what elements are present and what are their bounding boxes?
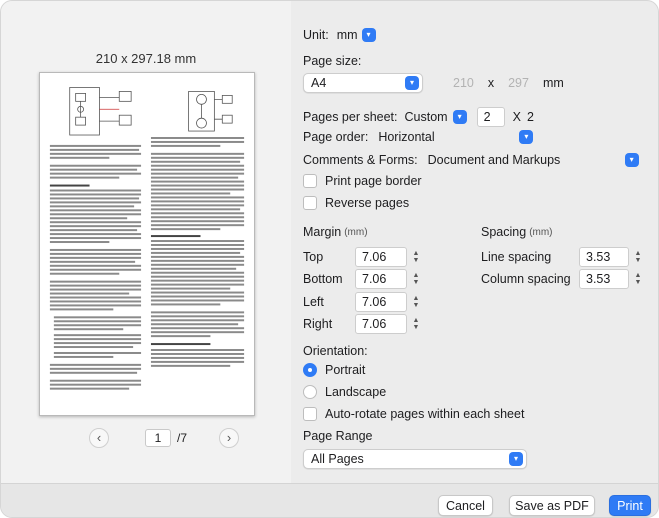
stepper-icon[interactable]: ▲ ▼ bbox=[411, 248, 421, 266]
auto-rotate-label: Auto-rotate pages within each sheet bbox=[325, 407, 525, 421]
page-order-select[interactable]: Horizontal ▾ bbox=[376, 127, 536, 147]
chevron-down-icon: ▾ bbox=[509, 452, 523, 466]
comments-forms-value: Document and Markups bbox=[427, 153, 561, 167]
portrait-label: Portrait bbox=[325, 363, 366, 377]
dialog-footer: Cancel Save as PDF Print bbox=[1, 483, 658, 517]
page-thumbnail bbox=[49, 87, 245, 390]
margin-right-label: Right bbox=[303, 317, 333, 331]
column-spacing-row: Column spacing 3.53 ▲ ▼ bbox=[481, 269, 643, 289]
margin-unit-label: (mm) bbox=[344, 226, 368, 238]
page-navigator: ‹ 1 /7 › bbox=[1, 428, 291, 448]
pages-cols-field[interactable]: 2 bbox=[476, 107, 505, 127]
page-size-x-label: x bbox=[487, 76, 495, 90]
page-order-label: Page order: bbox=[303, 130, 369, 144]
line-spacing-label: Line spacing bbox=[481, 250, 552, 264]
page-total-label: /7 bbox=[177, 431, 188, 445]
page-range-header: Page Range bbox=[303, 429, 373, 443]
page-preview bbox=[39, 72, 255, 416]
page-size-row: A4 ▾ 210 x 297 mm bbox=[303, 73, 564, 93]
chevron-left-icon[interactable]: ‹ bbox=[89, 428, 109, 448]
page-size-label-row: Page size: bbox=[303, 54, 361, 68]
print-page-border-checkbox[interactable] bbox=[303, 174, 317, 188]
margin-bottom-field[interactable]: 7.06 bbox=[355, 269, 407, 289]
print-page-border-row[interactable]: Print page border bbox=[303, 174, 422, 188]
unit-value[interactable]: mm bbox=[337, 28, 358, 42]
pages-rows-field[interactable]: 2 bbox=[527, 110, 534, 124]
page-order-value: Horizontal bbox=[378, 130, 435, 144]
chevron-right-icon[interactable]: › bbox=[219, 428, 239, 448]
chevron-down-icon: ▾ bbox=[624, 153, 639, 167]
auto-rotate-checkbox[interactable] bbox=[303, 407, 317, 421]
chevron-down-icon[interactable]: ▾ bbox=[361, 28, 376, 42]
settings-panel: Unit: mm ▾ Page size: A4 ▾ 210 x 297 mm … bbox=[291, 1, 658, 483]
margin-top-row: Top 7.06 ▲ ▼ bbox=[303, 247, 421, 267]
margin-right-field[interactable]: 7.06 bbox=[355, 314, 407, 334]
page-width-field: 210 bbox=[453, 76, 474, 90]
page-number-field[interactable]: 1 bbox=[145, 429, 171, 447]
landscape-label: Landscape bbox=[325, 385, 387, 399]
unit-row: Unit: mm ▾ bbox=[303, 28, 376, 42]
portrait-row[interactable]: Portrait bbox=[303, 363, 365, 377]
stepper-icon[interactable]: ▲ ▼ bbox=[633, 270, 643, 288]
reverse-pages-checkbox[interactable] bbox=[303, 196, 317, 210]
orientation-label: Orientation: bbox=[303, 344, 368, 358]
pages-x-label: X bbox=[512, 110, 521, 124]
margin-left-label: Left bbox=[303, 295, 324, 309]
page-order-row: Page order: Horizontal ▾ bbox=[303, 127, 536, 147]
page-range-value: All Pages bbox=[311, 452, 364, 466]
stepper-icon[interactable]: ▲ ▼ bbox=[633, 248, 643, 266]
paper-size-label: 210 x 297.18 mm bbox=[95, 51, 197, 66]
pages-per-sheet-row: Pages per sheet: Custom ▾ 2 X 2 bbox=[303, 107, 534, 127]
column-spacing-label: Column spacing bbox=[481, 272, 571, 286]
page-size-label: Page size: bbox=[303, 54, 362, 68]
stepper-icon[interactable]: ▲ ▼ bbox=[411, 270, 421, 288]
column-spacing-field[interactable]: 3.53 bbox=[579, 269, 629, 289]
margin-top-field[interactable]: 7.06 bbox=[355, 247, 407, 267]
margin-top-label: Top bbox=[303, 250, 324, 264]
preview-panel: 210 x 297.18 mm ‹ 1 /7 › bbox=[1, 1, 291, 483]
print-page-border-label: Print page border bbox=[325, 174, 422, 188]
save-as-pdf-button[interactable]: Save as PDF bbox=[509, 495, 595, 516]
unit-label: Unit: bbox=[303, 28, 329, 42]
margin-label: Margin bbox=[303, 225, 342, 239]
page-range-row: All Pages ▾ bbox=[303, 449, 527, 469]
reverse-pages-label: Reverse pages bbox=[325, 196, 410, 210]
print-dialog: 210 x 297.18 mm ‹ 1 /7 › Unit: mm ▾ Page… bbox=[0, 0, 659, 518]
spacing-label: Spacing bbox=[481, 225, 527, 239]
page-size-select[interactable]: A4 ▾ bbox=[303, 73, 423, 93]
chevron-down-icon: ▾ bbox=[519, 130, 534, 144]
chevron-down-icon[interactable]: ▾ bbox=[452, 110, 467, 124]
page-size-value: A4 bbox=[311, 76, 327, 90]
margin-left-row: Left 7.06 ▲ ▼ bbox=[303, 292, 421, 312]
print-button[interactable]: Print bbox=[609, 495, 651, 516]
comments-forms-row: Comments & Forms: Document and Markups ▾ bbox=[303, 150, 642, 170]
cancel-button[interactable]: Cancel bbox=[438, 495, 493, 516]
pages-per-sheet-label: Pages per sheet: bbox=[303, 110, 398, 124]
pages-per-sheet-value[interactable]: Custom bbox=[405, 110, 448, 124]
page-size-unit: mm bbox=[542, 76, 564, 90]
page-range-select[interactable]: All Pages ▾ bbox=[303, 449, 527, 469]
line-spacing-row: Line spacing 3.53 ▲ ▼ bbox=[481, 247, 643, 267]
reverse-pages-row[interactable]: Reverse pages bbox=[303, 196, 409, 210]
page-range-label: Page Range bbox=[303, 429, 373, 443]
line-spacing-field[interactable]: 3.53 bbox=[579, 247, 629, 267]
comments-forms-select[interactable]: Document and Markups ▾ bbox=[426, 150, 642, 170]
landscape-radio[interactable] bbox=[303, 385, 317, 399]
stepper-icon[interactable]: ▲ ▼ bbox=[411, 293, 421, 311]
auto-rotate-row[interactable]: Auto-rotate pages within each sheet bbox=[303, 407, 524, 421]
chevron-down-icon: ▾ bbox=[405, 76, 419, 90]
margin-bottom-label: Bottom bbox=[303, 272, 343, 286]
orientation-header: Orientation: bbox=[303, 344, 368, 358]
margin-right-row: Right 7.06 ▲ ▼ bbox=[303, 314, 421, 334]
margin-bottom-row: Bottom 7.06 ▲ ▼ bbox=[303, 269, 421, 289]
margin-left-field[interactable]: 7.06 bbox=[355, 292, 407, 312]
comments-forms-label: Comments & Forms: bbox=[303, 153, 418, 167]
spacing-unit-label: (mm) bbox=[529, 226, 553, 238]
portrait-radio[interactable] bbox=[303, 363, 317, 377]
stepper-icon[interactable]: ▲ ▼ bbox=[411, 315, 421, 333]
landscape-row[interactable]: Landscape bbox=[303, 385, 386, 399]
page-height-field: 297 bbox=[508, 76, 529, 90]
margin-header: Margin (mm) bbox=[303, 225, 368, 239]
spacing-header: Spacing (mm) bbox=[481, 225, 553, 239]
